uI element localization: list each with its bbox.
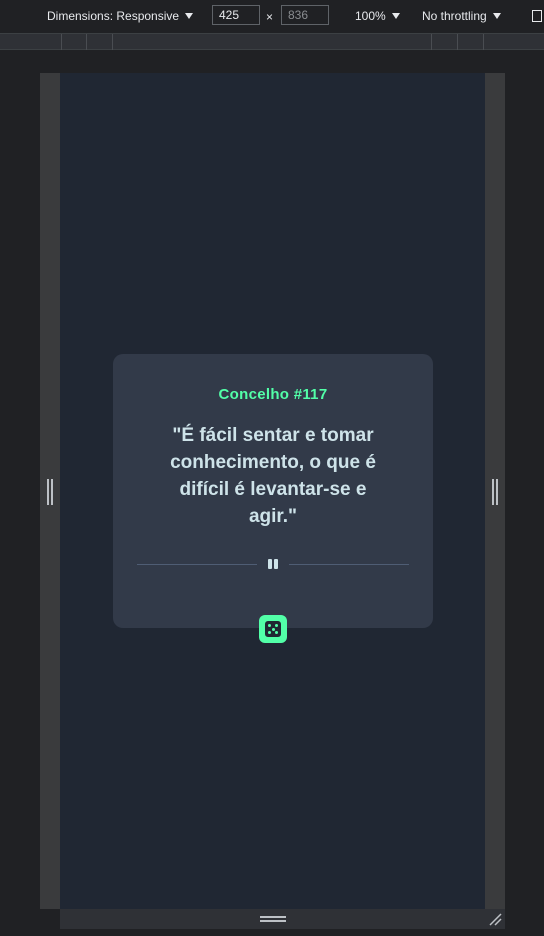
divider-line — [289, 564, 409, 565]
advice-quote: "É fácil sentar e tomar conhecimento, o … — [170, 425, 376, 527]
throttling-label: No throttling — [422, 9, 487, 23]
ruler-segment — [483, 34, 484, 51]
advice-id: Concelho #117 — [218, 386, 328, 403]
chevron-down-icon — [185, 13, 194, 19]
times-sign: × — [266, 10, 274, 24]
chevron-down-icon — [492, 13, 501, 19]
width-input[interactable] — [212, 5, 260, 25]
corner-resize-handle-icon[interactable] — [488, 912, 502, 926]
left-resize-rail[interactable] — [40, 73, 60, 909]
zoom-dropdown[interactable]: 100% — [355, 9, 400, 23]
ruler-segment — [457, 34, 458, 51]
ruler-segment — [86, 34, 87, 51]
ruler-segment — [112, 34, 113, 51]
ruler-segment — [61, 34, 62, 51]
throttling-dropdown[interactable]: No throttling — [422, 9, 501, 23]
divider — [137, 557, 409, 571]
height-input[interactable] — [281, 5, 329, 25]
new-advice-button[interactable] — [259, 615, 287, 643]
advice-card: Concelho #117 "É fácil sentar e tomar co… — [113, 354, 433, 628]
ruler-segment — [431, 34, 432, 51]
device-toolbar-options-icon[interactable] — [532, 10, 542, 22]
bottom-resize-handle-icon[interactable] — [260, 916, 286, 922]
media-query-ruler[interactable] — [0, 33, 544, 51]
chevron-down-icon — [391, 13, 400, 19]
device-viewport: Concelho #117 "É fácil sentar e tomar co… — [60, 73, 485, 909]
dimensions-dropdown[interactable]: Dimensions: Responsive — [47, 9, 194, 23]
dimensions-label: Dimensions: Responsive — [47, 9, 180, 23]
zoom-label: 100% — [355, 9, 386, 23]
dice-icon — [265, 621, 281, 637]
left-resize-handle-icon[interactable] — [47, 479, 53, 505]
right-resize-rail[interactable] — [485, 73, 505, 909]
pause-icon — [267, 558, 279, 570]
devtools-toolbar: Dimensions: Responsive × 100% No throttl… — [0, 0, 544, 33]
right-resize-handle-icon[interactable] — [492, 479, 498, 505]
divider-line — [137, 564, 257, 565]
